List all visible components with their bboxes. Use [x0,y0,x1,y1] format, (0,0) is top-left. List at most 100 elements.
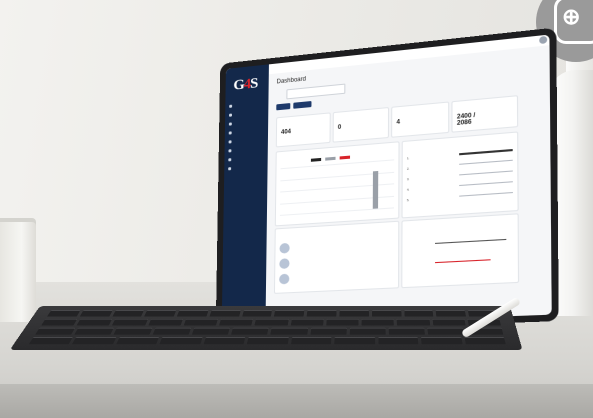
ranking-bar [459,148,513,156]
folder-icon [228,158,232,162]
legend-chip-grey [325,156,336,161]
keyboard-key [209,310,241,317]
tablet: G4S Dashboard 404 0 4 2400 / 2086 1. 2. … [0,0,593,418]
keyboard-key [371,310,402,317]
keyboard-key [219,318,254,326]
ranking-bar [459,159,513,165]
activity-line [435,238,507,244]
keyboard-key [339,310,369,317]
settings-icon [228,140,232,144]
keyboard-row [35,327,504,335]
stat-card-4[interactable]: 2400 / 2086 [451,95,519,133]
keyboard-key [116,337,160,345]
branch-item[interactable] [279,268,394,286]
bell-icon [228,149,232,153]
ranking-number: 5. [406,197,410,203]
keyboard-row [28,337,506,345]
ranking-row[interactable]: 5. [407,191,513,205]
page-title: Dashboard [276,76,307,86]
sidebar-item[interactable] [229,110,262,119]
stat-card-value: 0 [337,124,342,132]
keyboard-key [290,318,324,326]
document-icon [228,122,232,126]
stat-card-value: 4 [396,119,401,126]
sidebar-item[interactable] [228,119,262,128]
keyboard [9,306,523,350]
filter-input[interactable] [286,83,346,100]
stat-card-1[interactable]: 404 [275,112,331,148]
ranking-number: 4. [406,187,410,192]
keyboard-key [147,318,184,326]
chart-panel [274,141,400,227]
ranking-bar [459,181,513,187]
ranking-number: 1. [406,156,410,161]
gridline [279,207,395,216]
keyboard-key [306,310,337,317]
sidebar-item[interactable] [228,128,262,137]
keyboard-key [192,327,231,335]
stat-card-2[interactable]: 0 [332,106,390,143]
sidebar-item[interactable] [228,155,262,164]
keyboard-key [396,318,430,326]
tablet-screen-frame: G4S Dashboard 404 0 4 2400 / 2086 1. 2. … [215,27,559,334]
chart-icon [228,167,232,171]
keyboard-key [403,310,434,317]
ranking-number: 2. [406,166,410,171]
main-content: Dashboard 404 0 4 2400 / 2086 1. 2. 3. 4… [272,50,545,319]
dashboard-icon [229,104,233,108]
keyboard-key [377,337,419,345]
branch-avatar-icon [279,242,290,254]
sidebar-item[interactable] [228,137,262,146]
keyboard-key [79,310,113,317]
keyboard-key [388,327,425,335]
keyboard-key [46,310,81,317]
legend-chip-red [339,155,351,160]
keyboard-key [28,337,74,345]
branch-avatar-icon [279,273,290,285]
branches-panel [273,220,400,294]
sidebar: G4S [221,64,269,327]
keyboard-key [326,318,359,326]
keyboard-key [247,337,289,345]
chart-plot-area [279,159,395,216]
keyboard-key [74,327,114,335]
g4s-logo: G4S [233,75,258,94]
keyboard-key [35,327,76,335]
keyboard-key [435,310,467,317]
list-icon [228,131,232,135]
keyboard-key [334,337,375,345]
ranking-panel: 1. 2. 3. 4. 5. [401,131,519,219]
stat-card-3[interactable]: 4 [391,101,450,138]
dashboard-screen: G4S Dashboard 404 0 4 2400 / 2086 1. 2. … [221,34,552,327]
gridline [280,159,395,170]
keyboard-key [464,337,506,345]
keyboard-key [159,337,203,345]
activity-line [435,259,491,264]
keyboard-key [432,318,466,326]
stat-card-value: 404 [280,129,292,136]
keyboard-key [270,327,308,335]
filter-secondary-button[interactable] [293,101,312,109]
sidebar-item[interactable] [229,101,262,110]
avatar[interactable] [539,35,548,45]
keyboard-key [113,327,153,335]
keyboard-key [144,310,177,317]
keyboard-key [254,318,289,326]
keyboard-key [231,327,269,335]
chart-bar [372,171,379,209]
sidebar-item[interactable] [228,164,262,173]
keyboard-key [176,310,209,317]
keyboard-row [41,318,502,326]
keyboard-key [274,310,305,317]
keyboard-key [361,318,395,326]
keyboard-key [183,318,219,326]
keyboard-key [203,337,246,345]
keyboard-key [76,318,113,326]
stat-card-value-secondary: 2086 [456,119,472,128]
sidebar-item[interactable] [228,146,261,155]
keyboard-key [112,318,148,326]
keyboard-key [427,327,464,335]
filter-primary-button[interactable] [276,103,291,111]
keyboard-key [72,337,117,345]
keyboard-key [241,310,273,317]
